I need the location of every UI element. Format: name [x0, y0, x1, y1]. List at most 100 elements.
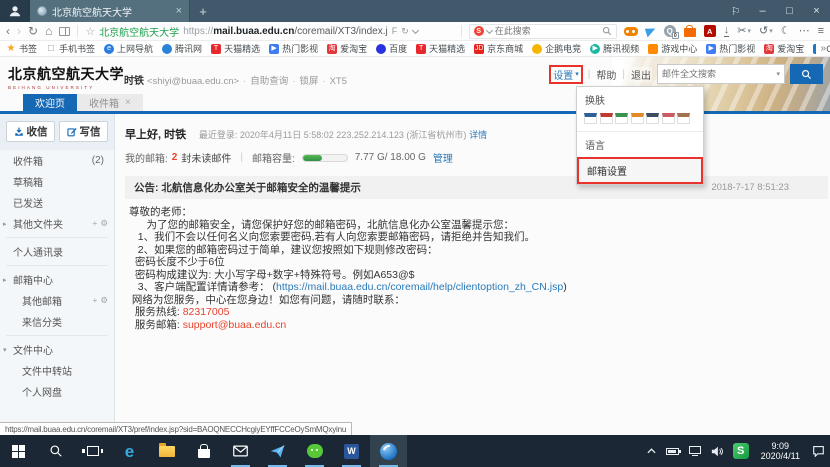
q-extension-icon[interactable]: Q0 [664, 25, 676, 37]
gear-icon[interactable]: ⚙ [100, 218, 108, 229]
gear-icon[interactable]: ⚙ [100, 295, 108, 306]
taskbar-search-button[interactable] [37, 435, 74, 467]
mail-search-button[interactable] [790, 64, 823, 84]
reading-list-icon[interactable] [59, 27, 70, 36]
sidebar-item[interactable]: ▸邮箱中心 [0, 269, 114, 290]
page-rotate-icon[interactable]: ↻ [401, 26, 409, 37]
user-header-link[interactable]: 自助查询 [250, 76, 288, 87]
shopping-bag-icon[interactable] [684, 28, 696, 37]
back-icon[interactable]: ‹ [6, 25, 10, 37]
minimize-button[interactable]: – [749, 0, 776, 22]
settings-menu-button[interactable]: 设置▾ [551, 67, 581, 82]
sidebar-item[interactable]: 个人网盘 [0, 381, 114, 402]
paper-plane-app[interactable] [259, 435, 296, 467]
sidebar-item[interactable]: ▾文件中心 [0, 339, 114, 360]
close-button[interactable]: × [803, 0, 830, 22]
menu-item-mail-settings[interactable]: 邮箱设置 [577, 157, 703, 184]
bookmark-item[interactable]: T天猫精选 [211, 42, 260, 55]
sidebar-item[interactable]: 草稿箱 [0, 171, 114, 192]
sidebar-item[interactable]: 文件中转站 [0, 360, 114, 381]
pdf-extension-icon[interactable]: A [704, 25, 716, 37]
bookmark-item[interactable]: ▶腾讯视频 [590, 42, 639, 55]
file-explorer-app[interactable] [148, 435, 185, 467]
network-icon[interactable] [684, 435, 706, 467]
help-link[interactable]: 帮助 [595, 67, 617, 82]
browser-search-box[interactable]: S [469, 24, 617, 39]
sidebar-item[interactable]: ▸其他文件夹+⚙ [0, 213, 114, 234]
store-app[interactable] [185, 435, 222, 467]
skin-swatch[interactable] [615, 113, 628, 124]
ime-indicator[interactable]: S [728, 435, 754, 467]
bookmark-item[interactable]: e上网导航 [104, 42, 153, 55]
receive-mail-button[interactable]: 收信 [6, 121, 55, 142]
download-icon[interactable]: ↓ [724, 25, 730, 37]
add-folder-icon[interactable]: + [92, 218, 97, 229]
bookmark-item[interactable]: 腾讯网 [162, 42, 202, 55]
bookmark-item[interactable]: 企鹅电竞 [532, 42, 581, 55]
unread-mail-link[interactable]: 封未读邮件 [181, 150, 231, 165]
bookmark-star-icon[interactable]: ☆ [85, 25, 95, 38]
menu-icon[interactable]: ≡ [818, 26, 824, 37]
compose-mail-button[interactable]: 写信 [59, 121, 108, 142]
bookmark-item[interactable]: ▶热门影视 [706, 42, 755, 55]
user-header-link[interactable]: 锁屏 [299, 76, 318, 87]
skin-swatch[interactable] [646, 113, 659, 124]
search-engine-icon[interactable]: S [474, 26, 484, 36]
skin-swatch[interactable] [584, 113, 597, 124]
collapse-arrow-icon[interactable]: ▾ [3, 346, 7, 354]
action-center-button[interactable] [807, 435, 830, 467]
skin-swatch[interactable] [662, 113, 675, 124]
mail-app[interactable] [222, 435, 259, 467]
sidebar-item[interactable]: 个人通讯录 [0, 241, 114, 262]
bookmark-item[interactable]: ★书签 [6, 42, 37, 55]
engine-dropdown-icon[interactable] [486, 26, 493, 33]
screenshot-tool[interactable]: ✂▾ [737, 26, 751, 37]
volume-icon[interactable] [706, 435, 728, 467]
more-icon[interactable]: ⋯ [799, 26, 810, 37]
taskbar-clock[interactable]: 9:092020/4/11 [754, 435, 807, 467]
edge-app[interactable]: e [111, 435, 148, 467]
bookmark-item[interactable]: □手机书签 [46, 42, 95, 55]
search-icon[interactable] [602, 26, 612, 36]
bookmark-item[interactable]: ▶热门影视 [269, 42, 318, 55]
browser-profile-avatar[interactable] [0, 0, 30, 22]
battery-icon[interactable] [661, 435, 684, 467]
forward-icon[interactable]: › [17, 25, 21, 37]
search-scope-dropdown-icon[interactable]: ▾ [776, 70, 780, 78]
sidebar-item[interactable]: 其他邮箱+⚙ [0, 290, 114, 311]
skin-swatch[interactable] [600, 113, 613, 124]
flash-save-icon[interactable]: F [392, 26, 398, 36]
task-view-button[interactable] [74, 435, 111, 467]
sidebar-item[interactable]: 已发送 [0, 192, 114, 213]
expand-arrow-icon[interactable]: ▸ [3, 276, 7, 284]
start-button[interactable] [0, 435, 37, 467]
restore-tool[interactable]: ↺▾ [759, 26, 773, 37]
skin-swatch[interactable] [677, 113, 690, 124]
user-header-link[interactable]: XT5 [330, 76, 347, 87]
browser-tab[interactable]: 北京航空航天大学 × [30, 0, 190, 22]
bookmark-item[interactable]: JD京东商城 [474, 42, 523, 55]
wechat-app[interactable] [296, 435, 333, 467]
expand-arrow-icon[interactable]: ▸ [3, 220, 7, 228]
login-detail-link[interactable]: 详情 [469, 130, 487, 140]
feedback-flag-icon[interactable]: ⚐ [722, 0, 749, 22]
paper-plane-extension-icon[interactable] [645, 25, 657, 37]
bookmark-item[interactable]: T天猫精选 [416, 42, 465, 55]
new-tab-button[interactable]: + [190, 0, 216, 22]
logout-link[interactable]: 退出 [630, 67, 652, 82]
night-mode-icon[interactable]: ☾ [781, 26, 791, 37]
sidebar-item[interactable]: 来信分类 [0, 311, 114, 332]
mail-search-input[interactable] [662, 69, 776, 79]
bookmark-item[interactable]: 游戏中心 [648, 42, 697, 55]
word-app[interactable]: W [333, 435, 370, 467]
refresh-icon[interactable]: ↻ [28, 25, 38, 37]
menu-item-language[interactable]: 语言 [577, 132, 703, 157]
client-config-link[interactable]: https://mail.buaa.edu.cn/coremail/help/c… [276, 281, 563, 293]
address-dropdown-icon[interactable] [412, 26, 419, 33]
maximize-button[interactable]: □ [776, 0, 803, 22]
home-icon[interactable]: ⌂ [45, 25, 52, 37]
quota-manage-link[interactable]: 管理 [433, 150, 453, 165]
add-folder-icon[interactable]: + [92, 295, 97, 306]
tray-expand-chevron-icon[interactable] [642, 435, 661, 467]
bookmark-item[interactable]: 淘爱淘宝 [327, 42, 367, 55]
